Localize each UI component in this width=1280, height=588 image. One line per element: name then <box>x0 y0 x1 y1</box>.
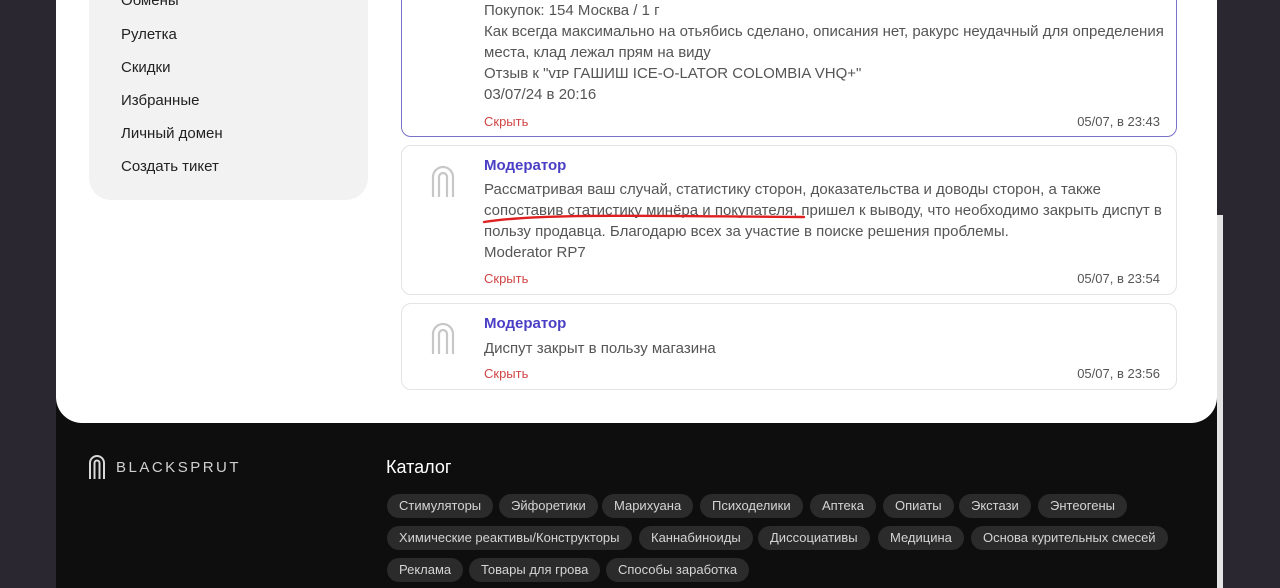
catalog-tag[interactable]: Марихуана <box>602 494 694 518</box>
catalog-tag[interactable]: Основа курительных смесей <box>971 526 1168 550</box>
catalog-tag[interactable]: Стимуляторы <box>387 494 494 518</box>
catalog-tag[interactable]: Каннабиноиды <box>639 526 753 550</box>
sidebar-item-exchanges[interactable]: Обмены <box>121 0 179 9</box>
sidebar-item-create-ticket[interactable]: Создать тикет <box>121 158 219 175</box>
page-scrollbar-track[interactable] <box>1217 215 1223 588</box>
hide-button[interactable]: Скрыть <box>484 114 528 129</box>
blacksprut-logo-icon <box>89 455 105 479</box>
red-underline-annotation <box>482 214 806 224</box>
message-author: Модератор <box>484 157 567 174</box>
message-time: 05/07, в 23:56 <box>1077 366 1160 381</box>
sidebar-item-discounts[interactable]: Скидки <box>121 59 170 76</box>
catalog-title: Каталог <box>386 457 452 477</box>
message-card: Модератор Диспут закрыт в пользу магазин… <box>401 303 1177 390</box>
sidebar-item-personal-domain[interactable]: Личный домен <box>121 125 223 142</box>
catalog-tag[interactable]: Реклама <box>387 558 464 582</box>
catalog-tag[interactable]: Химические реактивы/Конструкторы <box>387 526 632 550</box>
hide-button[interactable]: Скрыть <box>484 271 528 286</box>
catalog-tag[interactable]: Энтеогены <box>1038 494 1127 518</box>
message-card: Покупок: 154 Москва / 1 г Как всегда мак… <box>401 0 1177 137</box>
sidebar-item-favorites[interactable]: Избранные <box>121 92 199 109</box>
moderator-avatar-icon <box>431 322 455 354</box>
moderator-avatar-icon <box>431 165 455 197</box>
message-text: Диспут закрыт в пользу магазина <box>484 340 716 357</box>
catalog-tag[interactable]: Эйфоретики <box>499 494 598 518</box>
main-panel: Обмены Рулетка Скидки Избранные Личный д… <box>56 0 1217 423</box>
catalog-tag[interactable]: Экстази <box>959 494 1031 518</box>
message-card: Модератор Рассматривая ваш случай, стати… <box>401 145 1177 295</box>
catalog-tag[interactable]: Медицина <box>878 526 964 550</box>
catalog-tag[interactable]: Опиаты <box>883 494 954 518</box>
message-time: 05/07, в 23:43 <box>1077 114 1160 129</box>
footer-brand-name: BLACKSPRUT <box>116 458 242 476</box>
message-time: 05/07, в 23:54 <box>1077 271 1160 286</box>
sidebar: Обмены Рулетка Скидки Избранные Личный д… <box>89 0 368 200</box>
sidebar-item-roulette[interactable]: Рулетка <box>121 26 177 43</box>
hide-button[interactable]: Скрыть <box>484 366 528 381</box>
catalog-tag[interactable]: Диссоциативы <box>758 526 870 550</box>
catalog-tag[interactable]: Психоделики <box>700 494 803 518</box>
catalog-tag[interactable]: Товары для грова <box>469 558 601 582</box>
catalog-tag[interactable]: Аптека <box>810 494 876 518</box>
footer-logo[interactable]: BLACKSPRUT <box>88 454 241 480</box>
message-text: Покупок: 154 Москва / 1 г Как всегда мак… <box>484 2 1164 103</box>
page: Обмены Рулетка Скидки Избранные Личный д… <box>56 0 1217 588</box>
message-author: Модератор <box>484 315 567 332</box>
catalog-tag[interactable]: Способы заработка <box>606 558 750 582</box>
